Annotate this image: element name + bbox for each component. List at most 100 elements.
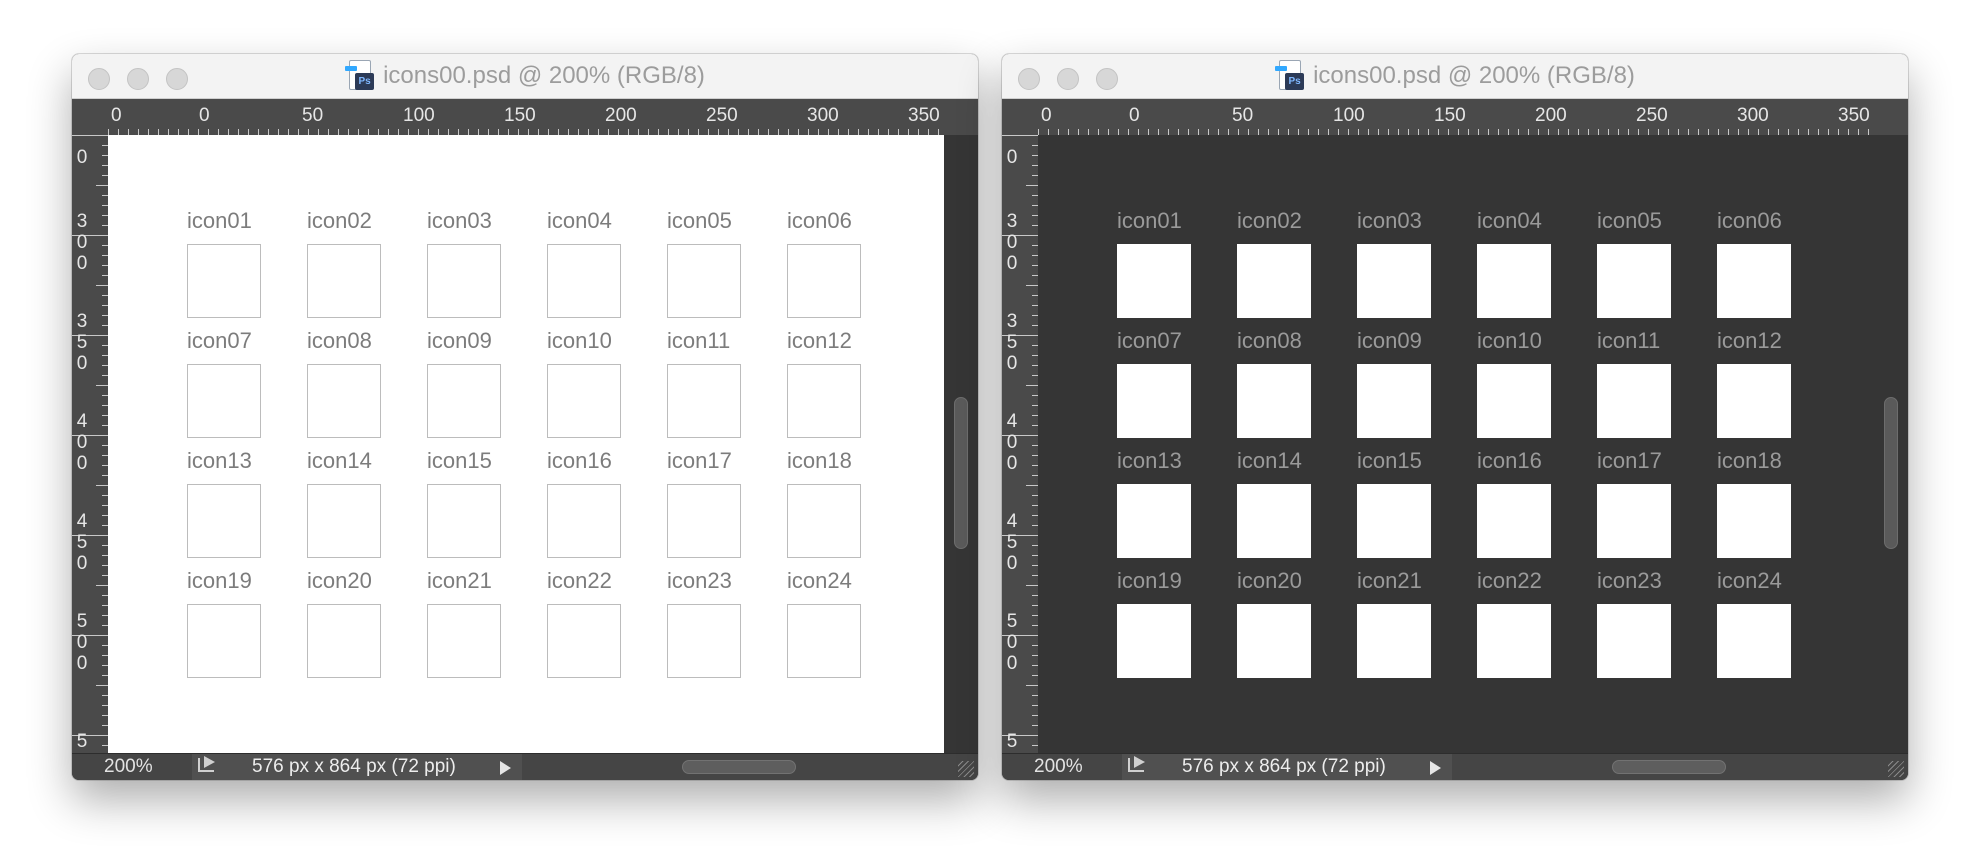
icon-placeholder-box[interactable] xyxy=(1357,364,1431,438)
icon-placeholder-box[interactable] xyxy=(1597,604,1671,678)
document-canvas[interactable]: icon01 icon02 icon03 icon04 icon05 icon06 icon… xyxy=(108,135,944,754)
icon-slot-label: icon04 xyxy=(1477,208,1542,233)
icon-slot-label: icon13 xyxy=(187,448,252,473)
horizontal-scroll-thumb[interactable] xyxy=(682,760,796,774)
icon-placeholder-box[interactable] xyxy=(1477,484,1551,558)
hruler-label: 0 xyxy=(1041,105,1052,126)
share-button[interactable] xyxy=(192,754,222,780)
icon-placeholder-box[interactable] xyxy=(787,604,861,678)
hruler-label: 300 xyxy=(1737,105,1769,126)
ruler-tick xyxy=(1026,385,1038,386)
ruler-origin[interactable] xyxy=(72,99,108,135)
window-titlebar[interactable]: Ps icons00.psd @ 200% (RGB/8) xyxy=(1002,54,1908,99)
vruler-label: 450 xyxy=(76,511,88,574)
hruler-label: 0 xyxy=(199,105,210,126)
icon-slot-label: icon05 xyxy=(1597,208,1662,233)
vertical-scrollbar[interactable] xyxy=(944,135,978,754)
icon-placeholder-box[interactable] xyxy=(1117,364,1191,438)
icon-placeholder-box[interactable] xyxy=(1597,364,1671,438)
vertical-scroll-thumb[interactable] xyxy=(954,397,968,549)
window-titlebar[interactable]: Ps icons00.psd @ 200% (RGB/8) xyxy=(72,54,978,99)
vertical-ruler[interactable]: 030035040045050055 xyxy=(72,135,108,773)
horizontal-ruler[interactable]: 0 0 50 100 150 200 250 300 350 xyxy=(1038,99,1908,135)
icon-placeholder-box[interactable] xyxy=(1717,604,1791,678)
icon-placeholder-box[interactable] xyxy=(187,364,261,438)
vruler-label: 500 xyxy=(76,611,88,674)
window-title: Ps icons00.psd @ 200% (RGB/8) xyxy=(72,54,978,98)
ruler-tick xyxy=(1026,185,1038,186)
icon-placeholder-box[interactable] xyxy=(187,484,261,558)
icon-placeholder-box[interactable] xyxy=(1237,484,1311,558)
icon-placeholder-box[interactable] xyxy=(1357,484,1431,558)
icon-placeholder-box[interactable] xyxy=(187,604,261,678)
icon-placeholder-box[interactable] xyxy=(1477,604,1551,678)
icon-placeholder-box[interactable] xyxy=(547,364,621,438)
icon-placeholder-box[interactable] xyxy=(787,244,861,318)
icon-placeholder-box[interactable] xyxy=(1597,244,1671,318)
icon-placeholder-box[interactable] xyxy=(427,244,501,318)
ruler-tick xyxy=(96,485,108,486)
ruler-origin[interactable] xyxy=(1002,99,1038,135)
icon-placeholder-box[interactable] xyxy=(1357,244,1431,318)
hruler-label: 0 xyxy=(111,105,122,126)
resize-grip-icon[interactable] xyxy=(1888,761,1904,777)
horizontal-ruler[interactable]: 0 0 50 100 150 200 250 300 350 xyxy=(108,99,978,135)
document-canvas[interactable]: icon01 icon02 icon03 icon04 icon05 icon06 icon… xyxy=(1038,135,1874,754)
share-button[interactable] xyxy=(1122,754,1152,780)
icon-placeholder-box[interactable] xyxy=(307,364,381,438)
icon-placeholder-box[interactable] xyxy=(787,364,861,438)
ruler-tick xyxy=(96,185,108,186)
icon-placeholder-box[interactable] xyxy=(667,364,741,438)
icon-placeholder-box[interactable] xyxy=(1237,364,1311,438)
icon-placeholder-box[interactable] xyxy=(1237,244,1311,318)
icon-placeholder-box[interactable] xyxy=(427,484,501,558)
icon-placeholder-box[interactable] xyxy=(427,364,501,438)
zoom-level[interactable]: 200% xyxy=(104,756,153,778)
resize-grip-icon[interactable] xyxy=(958,761,974,777)
status-menu-arrow-icon[interactable] xyxy=(500,761,511,775)
icon-placeholder-box[interactable] xyxy=(1357,604,1431,678)
status-menu-arrow-icon[interactable] xyxy=(1430,761,1441,775)
icon-placeholder-box[interactable] xyxy=(1477,244,1551,318)
horizontal-scroll-thumb[interactable] xyxy=(1612,760,1726,774)
hruler-label: 350 xyxy=(1838,105,1870,126)
icon-placeholder-box[interactable] xyxy=(547,244,621,318)
zoom-level[interactable]: 200% xyxy=(1034,756,1083,778)
icon-placeholder-box[interactable] xyxy=(187,244,261,318)
icon-placeholder-box[interactable] xyxy=(307,484,381,558)
psd-file-icon: Ps xyxy=(345,60,375,92)
icon-placeholder-box[interactable] xyxy=(1237,604,1311,678)
icon-slot-label: icon17 xyxy=(667,448,732,473)
icon-slot-label: icon21 xyxy=(427,568,492,593)
vruler-label: 0 xyxy=(76,147,88,168)
icon-placeholder-box[interactable] xyxy=(667,244,741,318)
vruler-label: 500 xyxy=(1006,611,1018,674)
icon-placeholder-box[interactable] xyxy=(1477,364,1551,438)
vertical-scrollbar[interactable] xyxy=(1874,135,1908,754)
icon-placeholder-box[interactable] xyxy=(547,604,621,678)
icon-placeholder-box[interactable] xyxy=(1717,484,1791,558)
icon-placeholder-box[interactable] xyxy=(1117,484,1191,558)
vruler-label: 450 xyxy=(1006,511,1018,574)
icon-placeholder-box[interactable] xyxy=(1597,484,1671,558)
psd-file-icon: Ps xyxy=(1275,60,1305,92)
vruler-label: 400 xyxy=(1006,411,1018,474)
icon-placeholder-box[interactable] xyxy=(547,484,621,558)
vertical-ruler[interactable]: 030035040045050055 xyxy=(1002,135,1038,773)
icon-placeholder-box[interactable] xyxy=(1717,244,1791,318)
icon-placeholder-box[interactable] xyxy=(307,604,381,678)
vertical-scroll-thumb[interactable] xyxy=(1884,397,1898,549)
icon-placeholder-box[interactable] xyxy=(667,604,741,678)
icon-placeholder-box[interactable] xyxy=(1717,364,1791,438)
icon-placeholder-box[interactable] xyxy=(1117,244,1191,318)
ruler-tick xyxy=(1026,685,1038,686)
icon-placeholder-box[interactable] xyxy=(1117,604,1191,678)
canvas-area[interactable]: icon01 icon02 icon03 icon04 icon05 icon06 icon… xyxy=(108,135,944,754)
icon-slot-label: icon16 xyxy=(547,448,612,473)
icon-placeholder-box[interactable] xyxy=(307,244,381,318)
icon-placeholder-box[interactable] xyxy=(427,604,501,678)
icon-slot-label: icon16 xyxy=(1477,448,1542,473)
icon-placeholder-box[interactable] xyxy=(787,484,861,558)
canvas-area[interactable]: icon01 icon02 icon03 icon04 icon05 icon06 icon… xyxy=(1038,135,1874,754)
icon-placeholder-box[interactable] xyxy=(667,484,741,558)
